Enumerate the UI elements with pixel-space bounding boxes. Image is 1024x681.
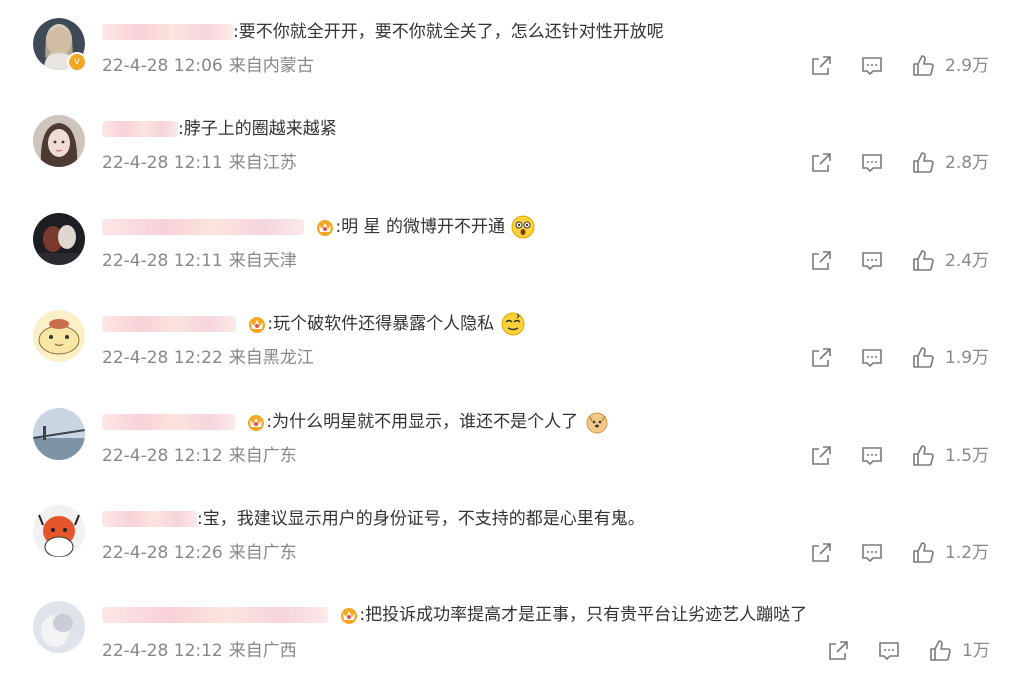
comment-actions: 1.5万 <box>809 444 1009 468</box>
like-icon[interactable] <box>911 151 935 175</box>
avatar[interactable] <box>33 505 85 557</box>
comment-meta: 22-4-28 12:12 来自广西 <box>102 639 297 663</box>
comment-location: 来自广东 <box>228 446 297 466</box>
avatar[interactable] <box>33 408 85 460</box>
share-icon[interactable] <box>809 151 833 175</box>
comment-icon[interactable] <box>860 249 884 273</box>
comment-actions: 2.4万 <box>809 249 1009 273</box>
comment-date: 22-4-28 12:11 <box>102 153 223 173</box>
comment-item: :宝，我建议显示用户的身份证号，不支持的都是心里有鬼。 22-4-28 12:2… <box>0 487 1024 585</box>
comment-text: :脖子上的圈越来越紧 <box>178 119 337 139</box>
comment-item: :明 星 的微博开不开通 22-4-28 12:11 来自天津 2.4万 <box>0 195 1024 293</box>
comment-text-line: :宝，我建议显示用户的身份证号，不支持的都是心里有鬼。 <box>102 506 645 532</box>
comment-text: :玩个破软件还得暴露个人隐私 <box>267 314 495 334</box>
share-icon[interactable] <box>809 249 833 273</box>
nickname-blurred[interactable] <box>102 24 233 40</box>
comment-date: 22-4-28 12:26 <box>102 543 223 563</box>
comment-item: :为什么明星就不用显示，谁还不是个人了 22-4-28 12:12 来自广东 1.… <box>0 390 1024 488</box>
like-icon[interactable] <box>911 444 935 468</box>
comment-location: 来自广西 <box>228 641 297 661</box>
nickname-blurred[interactable] <box>102 121 178 137</box>
comment-icon[interactable] <box>860 151 884 175</box>
like-icon[interactable] <box>928 639 952 663</box>
like-count: 2.4万 <box>945 251 990 271</box>
comment-location: 来自天津 <box>228 251 297 271</box>
comment-actions: 1万 <box>826 639 1016 663</box>
comment-meta: 22-4-28 12:11 来自江苏 <box>102 151 297 175</box>
comment-item: v :要不你就全开开，要不你就全关了，怎么还针对性开放呢 22-4-28 12:… <box>0 0 1024 98</box>
comment-item: :脖子上的圈越来越紧 22-4-28 12:11 来自江苏 2.8万 <box>0 97 1024 195</box>
share-icon[interactable] <box>809 54 833 78</box>
comment-text-line: :要不你就全开开，要不你就全关了，怎么还针对性开放呢 <box>102 19 664 45</box>
comment-location: 来自内蒙古 <box>228 56 314 76</box>
avatar[interactable]: v <box>33 18 87 72</box>
comment-text-line: :把投诉成功率提高才是正事，只有贵平台让劣迹艺人蹦哒了 <box>102 602 807 628</box>
comment-location: 来自广东 <box>228 543 297 563</box>
surprised-emoji-icon <box>511 215 535 239</box>
nickname-blurred[interactable] <box>102 607 328 623</box>
comment-date: 22-4-28 12:11 <box>102 251 223 271</box>
comment-date: 22-4-28 12:12 <box>102 641 223 661</box>
verified-badge-icon: v <box>67 52 87 72</box>
avatar[interactable] <box>33 115 85 167</box>
comment-date: 22-4-28 12:06 <box>102 56 223 76</box>
nickname-blurred[interactable] <box>102 219 304 235</box>
comment-meta: 22-4-28 12:12 来自广东 <box>102 444 297 468</box>
like-count: 1.2万 <box>945 543 990 563</box>
comment-meta: 22-4-28 12:06 来自内蒙古 <box>102 54 314 78</box>
share-icon[interactable] <box>809 444 833 468</box>
comment-text-line: :玩个破软件还得暴露个人隐私 <box>102 311 525 337</box>
comment-location: 来自江苏 <box>228 153 297 173</box>
comment-meta: 22-4-28 12:22 来自黑龙江 <box>102 346 314 370</box>
nickname-blurred[interactable] <box>102 414 235 430</box>
like-icon[interactable] <box>911 54 935 78</box>
comment-text: :宝，我建议显示用户的身份证号，不支持的都是心里有鬼。 <box>197 509 645 529</box>
dizzy-emoji-icon <box>501 312 525 336</box>
like-count: 2.8万 <box>945 153 990 173</box>
avatar[interactable] <box>33 310 85 362</box>
comment-icon[interactable] <box>877 639 901 663</box>
like-count: 1万 <box>962 641 990 661</box>
comment-actions: 2.8万 <box>809 151 1009 175</box>
nickname-blurred[interactable] <box>102 316 236 332</box>
comment-text: :把投诉成功率提高才是正事，只有贵平台让劣迹艺人蹦哒了 <box>359 605 808 625</box>
comment-location: 来自黑龙江 <box>228 348 314 368</box>
doge-emoji-icon <box>585 410 609 434</box>
like-count: 1.5万 <box>945 446 990 466</box>
comment-icon[interactable] <box>860 54 884 78</box>
crown-badge-icon <box>246 412 266 432</box>
crown-badge-icon <box>315 217 335 237</box>
comment-text: :为什么明星就不用显示，谁还不是个人了 <box>266 412 579 432</box>
share-icon[interactable] <box>809 346 833 370</box>
comment-actions: 1.9万 <box>809 346 1009 370</box>
comment-icon[interactable] <box>860 541 884 565</box>
like-icon[interactable] <box>911 249 935 273</box>
comment-meta: 22-4-28 12:11 来自天津 <box>102 249 297 273</box>
comment-actions: 1.2万 <box>809 541 1009 565</box>
comment-text-line: :明 星 的微博开不开通 <box>102 214 535 240</box>
crown-badge-icon <box>339 605 359 625</box>
avatar[interactable] <box>33 213 85 265</box>
comment-icon[interactable] <box>860 346 884 370</box>
share-icon[interactable] <box>826 639 850 663</box>
crown-badge-icon <box>247 314 267 334</box>
nickname-blurred[interactable] <box>102 511 197 527</box>
like-count: 2.9万 <box>945 56 990 76</box>
comment-text-line: :脖子上的圈越来越紧 <box>102 116 337 142</box>
comment-meta: 22-4-28 12:26 来自广东 <box>102 541 297 565</box>
comment-date: 22-4-28 12:22 <box>102 348 223 368</box>
share-icon[interactable] <box>809 541 833 565</box>
comment-text-line: :为什么明星就不用显示，谁还不是个人了 <box>102 409 609 435</box>
comment-text: :明 星 的微博开不开通 <box>335 217 505 237</box>
avatar[interactable] <box>33 601 85 653</box>
comment-date: 22-4-28 12:12 <box>102 446 223 466</box>
comment-text: :要不你就全开开，要不你就全关了，怎么还针对性开放呢 <box>233 22 664 42</box>
comment-item: :把投诉成功率提高才是正事，只有贵平台让劣迹艺人蹦哒了 22-4-28 12:1… <box>0 583 1024 681</box>
like-icon[interactable] <box>911 346 935 370</box>
like-count: 1.9万 <box>945 348 990 368</box>
like-icon[interactable] <box>911 541 935 565</box>
comment-actions: 2.9万 <box>809 54 1009 78</box>
comment-icon[interactable] <box>860 444 884 468</box>
comment-item: :玩个破软件还得暴露个人隐私 22-4-28 12:22 来自黑龙江 1.9万 <box>0 292 1024 390</box>
